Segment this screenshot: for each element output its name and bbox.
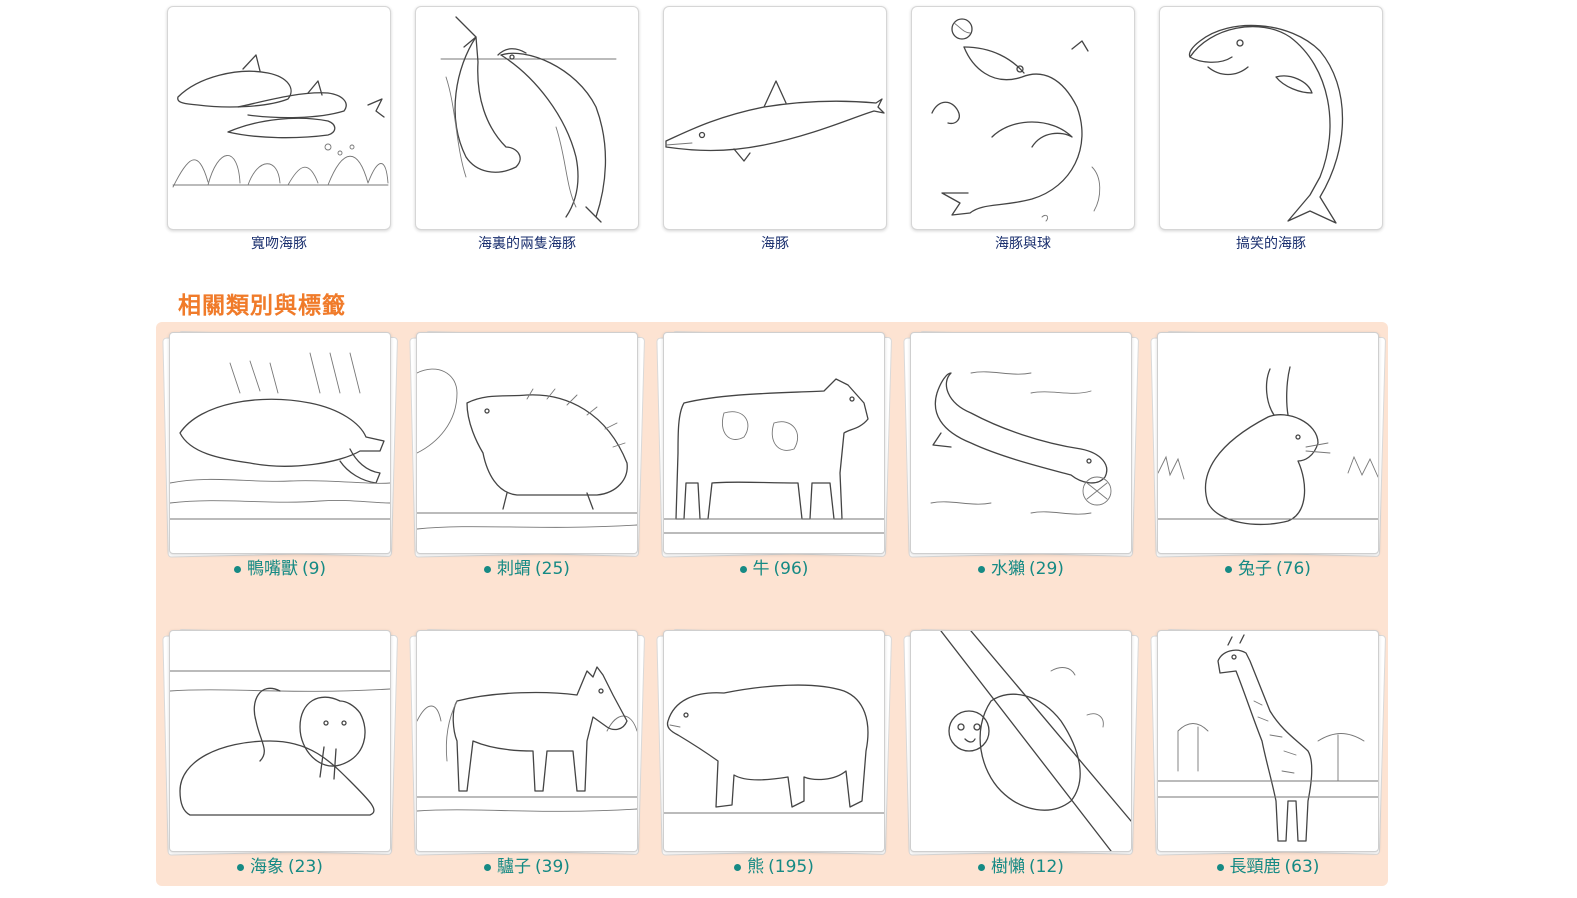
category-card-sloth[interactable]: 樹懶 (12) [903,628,1140,878]
page-caption[interactable]: 海裏的兩隻海豚 [478,236,576,253]
category-name[interactable]: 兔子 [1238,558,1272,580]
category-thumb-stack[interactable] [409,330,646,558]
category-card-cow[interactable]: 牛 (96) [656,330,893,580]
category-count[interactable]: (39) [535,856,570,878]
category-card-walrus[interactable]: 海象 (23) [162,628,399,878]
category-link-walrus[interactable]: 海象 (23) [237,856,323,878]
category-card-hedgehog[interactable]: 刺蝟 (25) [409,330,646,580]
page-caption[interactable]: 寬吻海豚 [251,236,307,253]
category-link-sloth[interactable]: 樹懶 (12) [978,856,1064,878]
category-thumb-stack[interactable] [162,330,399,558]
category-thumb-stack[interactable] [409,628,646,856]
two-dolphins-drawing-icon[interactable] [415,6,639,230]
related-categories-title: 相關類別與標籤 [178,292,346,319]
category-thumb-stack[interactable] [1150,330,1387,558]
funny-dolphin-drawing-icon[interactable] [1159,6,1383,230]
dolphin-drawing-icon[interactable] [663,6,887,230]
category-count[interactable]: (195) [768,856,814,878]
dolphin-pages-grid: 寬吻海豚 海裏的兩隻海豚 海豚 海豚與球 搞笑的海豚 [167,6,1383,253]
related-categories-grid: 鴨嘴獸 (9) 刺蝟 (25) 牛 (96) 水獺 (29) 兔子 (76) 海… [162,330,1387,878]
category-name[interactable]: 長頸鹿 [1230,856,1281,878]
page-caption[interactable]: 搞笑的海豚 [1236,236,1306,253]
category-count[interactable]: (63) [1285,856,1320,878]
category-link-donkey[interactable]: 驢子 (39) [484,856,570,878]
category-count[interactable]: (76) [1276,558,1311,580]
category-name[interactable]: 熊 [747,856,764,878]
category-card-donkey[interactable]: 驢子 (39) [409,628,646,878]
category-thumb-stack[interactable] [1150,628,1387,856]
page-caption[interactable]: 海豚 [761,236,789,253]
category-count[interactable]: (23) [288,856,323,878]
page-card-bottlenose-dolphins[interactable]: 寬吻海豚 [167,6,391,253]
category-thumb-stack[interactable] [656,330,893,558]
bullet-icon [233,565,241,573]
page-card-dolphin-ball[interactable]: 海豚與球 [911,6,1135,253]
category-name[interactable]: 海象 [250,856,284,878]
category-thumb-stack[interactable] [903,330,1140,558]
category-name[interactable]: 鴨嘴獸 [247,558,298,580]
category-link-hedgehog[interactable]: 刺蝟 (25) [484,558,570,580]
bullet-icon [978,863,986,871]
category-thumb-stack[interactable] [903,628,1140,856]
sloth-drawing-icon[interactable] [910,630,1132,852]
category-link-cow[interactable]: 牛 (96) [739,558,809,580]
category-link-giraffe[interactable]: 長頸鹿 (63) [1216,856,1320,878]
category-link-platypus[interactable]: 鴨嘴獸 (9) [233,558,326,580]
dolphin-ball-drawing-icon[interactable] [911,6,1135,230]
category-card-bear[interactable]: 熊 (195) [656,628,893,878]
category-card-giraffe[interactable]: 長頸鹿 (63) [1150,628,1387,878]
category-name[interactable]: 驢子 [497,856,531,878]
dolphins-reef-drawing-icon[interactable] [167,6,391,230]
category-count[interactable]: (29) [1029,558,1064,580]
walrus-drawing-icon[interactable] [169,630,391,852]
bullet-icon [237,863,245,871]
bullet-icon [484,863,492,871]
bullet-icon [978,565,986,573]
cow-drawing-icon[interactable] [663,332,885,554]
page-card-dolphin[interactable]: 海豚 [663,6,887,253]
category-count[interactable]: (25) [535,558,570,580]
category-count[interactable]: (96) [774,558,809,580]
category-name[interactable]: 刺蝟 [497,558,531,580]
bullet-icon [734,863,742,871]
page: 寬吻海豚 海裏的兩隻海豚 海豚 海豚與球 搞笑的海豚 相關類別與標籤 鴨嘴獸 (… [0,0,1577,898]
category-link-bear[interactable]: 熊 (195) [734,856,814,878]
bullet-icon [484,565,492,573]
related-categories-panel: 鴨嘴獸 (9) 刺蝟 (25) 牛 (96) 水獺 (29) 兔子 (76) 海… [156,322,1388,886]
rabbit-drawing-icon[interactable] [1157,332,1379,554]
otter-drawing-icon[interactable] [910,332,1132,554]
page-caption[interactable]: 海豚與球 [995,236,1051,253]
category-link-otter[interactable]: 水獺 (29) [978,558,1064,580]
category-name[interactable]: 牛 [753,558,770,580]
category-card-platypus[interactable]: 鴨嘴獸 (9) [162,330,399,580]
category-link-rabbit[interactable]: 兔子 (76) [1225,558,1311,580]
category-count[interactable]: (9) [302,558,326,580]
category-card-rabbit[interactable]: 兔子 (76) [1150,330,1387,580]
page-card-funny-dolphin[interactable]: 搞笑的海豚 [1159,6,1383,253]
bullet-icon [1216,863,1224,871]
category-thumb-stack[interactable] [656,628,893,856]
donkey-drawing-icon[interactable] [416,630,638,852]
category-count[interactable]: (12) [1029,856,1064,878]
category-card-otter[interactable]: 水獺 (29) [903,330,1140,580]
bullet-icon [739,565,747,573]
category-thumb-stack[interactable] [162,628,399,856]
platypus-drawing-icon[interactable] [169,332,391,554]
giraffe-drawing-icon[interactable] [1157,630,1379,852]
page-card-two-dolphins[interactable]: 海裏的兩隻海豚 [415,6,639,253]
bear-drawing-icon[interactable] [663,630,885,852]
hedgehog-drawing-icon[interactable] [416,332,638,554]
category-name[interactable]: 樹懶 [991,856,1025,878]
bullet-icon [1225,565,1233,573]
category-name[interactable]: 水獺 [991,558,1025,580]
